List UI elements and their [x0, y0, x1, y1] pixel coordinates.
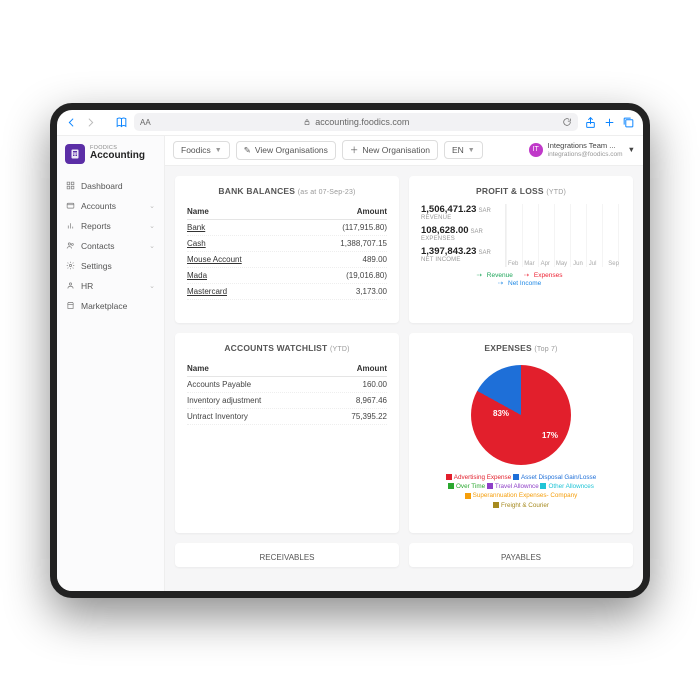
share-icon[interactable] — [584, 116, 597, 129]
new-org-button[interactable]: ＋New Organisation — [342, 140, 438, 160]
account-link[interactable]: Mada — [187, 271, 207, 280]
chevron-down-icon: ▼ — [628, 145, 635, 154]
card-expenses: EXPENSES (Top 7) 83% 17% Advertising Exp… — [409, 333, 633, 534]
chevron-down-icon: ⌄ — [149, 282, 155, 290]
chevron-down-icon: ⌄ — [149, 202, 155, 210]
card-bank-balances: BANK BALANCES (as at 07-Sep-23) NameAmou… — [175, 176, 399, 323]
account-link[interactable]: Mouse Account — [187, 255, 242, 264]
sidebar-item-contacts[interactable]: Contacts ⌄ — [57, 236, 164, 256]
sidebar-item-hr[interactable]: HR ⌄ — [57, 276, 164, 296]
sidebar-item-dashboard[interactable]: Dashboard — [57, 176, 164, 196]
sidebar-item-label: Settings — [81, 261, 112, 271]
table-row: Mastercard3,173.00 — [187, 284, 387, 300]
sidebar-item-marketplace[interactable]: Marketplace — [57, 296, 164, 316]
pl-legend: ⇢ Revenue ⇢ Expenses ⇢ Net Income — [421, 271, 621, 287]
address-bar[interactable]: AA accounting.foodics.com — [134, 113, 578, 131]
user-menu[interactable]: IT Integrations Team ... integrations@fo… — [529, 142, 635, 157]
card-accounts-watchlist: ACCOUNTS WATCHLIST (YTD) NameAmount Acco… — [175, 333, 399, 534]
dashboard-grid: BANK BALANCES (as at 07-Sep-23) NameAmou… — [165, 166, 643, 591]
chevron-down-icon: ⌄ — [149, 242, 155, 250]
sidebar-item-label: Dashboard — [81, 181, 123, 191]
view-orgs-button[interactable]: ✎View Organisations — [236, 141, 336, 160]
sidebar-item-label: Accounts — [81, 201, 116, 211]
table-row: Inventory adjustment8,967.46 — [187, 393, 387, 409]
org-switcher[interactable]: Foodics▼ — [173, 141, 230, 159]
table-row: Mada(19,016.80) — [187, 268, 387, 284]
brand-logo-icon — [65, 144, 85, 164]
pl-line-chart: FebMarAprMayJunJulSep — [505, 204, 621, 267]
account-link[interactable]: Cash — [187, 239, 206, 248]
lang-switcher[interactable]: EN▼ — [444, 141, 483, 159]
reload-icon[interactable] — [562, 117, 572, 127]
sidebar-item-label: HR — [81, 281, 93, 291]
reports-icon — [66, 221, 75, 230]
market-icon — [66, 301, 75, 310]
sidebar-item-label: Marketplace — [81, 301, 127, 311]
card-profit-loss: PROFIT & LOSS (YTD) 1,506,471.23SAR REVE… — [409, 176, 633, 323]
plus-icon: ＋ — [350, 144, 359, 156]
topbar: Foodics▼ ✎View Organisations ＋New Organi… — [165, 136, 643, 166]
sidebar-item-label: Contacts — [81, 241, 115, 251]
table-row: Untract Inventory75,395.22 — [187, 409, 387, 425]
contacts-icon — [66, 241, 75, 250]
sidebar-item-label: Reports — [81, 221, 111, 231]
accounts-icon — [66, 201, 75, 210]
card-payables: PAYABLES — [409, 543, 633, 567]
pie-label-b: 17% — [542, 431, 558, 440]
pie-label-a: 83% — [493, 409, 509, 418]
avatar: IT — [529, 143, 543, 157]
back-icon[interactable] — [65, 116, 78, 129]
tablet-frame: AA accounting.foodics.com FOODICS Accoun… — [50, 103, 650, 598]
browser-toolbar: AA accounting.foodics.com — [57, 110, 643, 136]
hr-icon — [66, 281, 75, 290]
tabs-icon[interactable] — [622, 116, 635, 129]
table-row: Accounts Payable160.00 — [187, 377, 387, 393]
table-row: Cash1,388,707.15 — [187, 236, 387, 252]
sidebar-item-settings[interactable]: Settings — [57, 256, 164, 276]
main: Foodics▼ ✎View Organisations ＋New Organi… — [165, 136, 643, 591]
user-email: integrations@foodics.com — [548, 151, 623, 158]
book-icon[interactable] — [115, 116, 128, 129]
table-row: Mouse Account489.00 — [187, 252, 387, 268]
new-tab-icon[interactable] — [603, 116, 616, 129]
dashboard-icon — [66, 181, 75, 190]
sidebar-item-accounts[interactable]: Accounts ⌄ — [57, 196, 164, 216]
forward-icon — [84, 116, 97, 129]
user-name: Integrations Team ... — [548, 142, 623, 150]
url-host: accounting.foodics.com — [315, 117, 409, 127]
lock-icon — [303, 118, 311, 126]
table-row: Bank(117,915.80) — [187, 220, 387, 236]
text-size-icon[interactable]: AA — [140, 118, 151, 127]
account-link[interactable]: Bank — [187, 223, 205, 232]
expenses-pie-chart: 83% 17% — [471, 365, 571, 465]
sidebar: FOODICS Accounting DashboardAccounts⌄Rep… — [57, 136, 165, 591]
account-link[interactable]: Mastercard — [187, 287, 227, 296]
settings-icon — [66, 261, 75, 270]
brand[interactable]: FOODICS Accounting — [57, 136, 164, 176]
chevron-down-icon: ⌄ — [149, 222, 155, 230]
brand-name: Accounting — [90, 151, 145, 161]
expenses-legend: Advertising Expense Asset Disposal Gain/… — [421, 473, 621, 511]
sidebar-item-reports[interactable]: Reports ⌄ — [57, 216, 164, 236]
card-receivables: RECEIVABLES — [175, 543, 399, 567]
pencil-icon: ✎ — [244, 145, 251, 156]
